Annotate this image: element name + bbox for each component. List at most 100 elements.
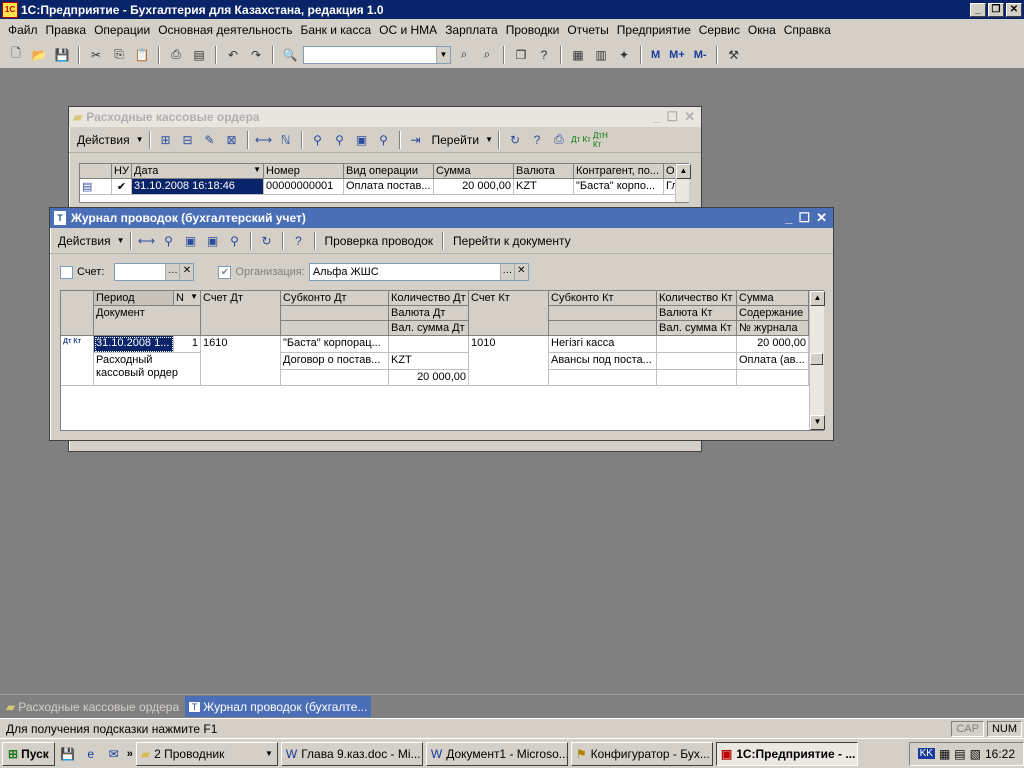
maximize-icon[interactable]: ☐ <box>666 109 678 125</box>
cell-schet-dt[interactable]: 1610 <box>201 336 281 386</box>
clear-filter-icon[interactable]: ⚲ <box>225 231 245 251</box>
cell-subkonto-kt-2[interactable]: Авансы под поста... <box>549 353 657 370</box>
outlook-icon[interactable]: ✉ <box>104 744 124 764</box>
dt-kt-icon[interactable]: Дт Кт <box>571 130 591 150</box>
filter-list-icon[interactable]: ⚲ <box>330 130 350 150</box>
delete-icon[interactable]: ⊠ <box>222 130 242 150</box>
cell-currency[interactable]: KZT <box>514 179 574 195</box>
scroll-down-icon[interactable]: ▼ <box>810 415 825 430</box>
clear-x-icon[interactable]: ✕ <box>179 264 194 280</box>
tools-icon[interactable]: ⚒ <box>724 45 744 65</box>
column-header-operation[interactable]: Вид операции <box>344 164 434 179</box>
clear-filter-icon[interactable]: ⚲ <box>374 130 394 150</box>
cell-kol-dt[interactable] <box>389 336 469 353</box>
account-field[interactable]: … ✕ <box>114 263 195 281</box>
column-header-n[interactable]: N ▼ <box>174 291 201 306</box>
task-configurator[interactable]: ⚑ Конфигуратор - Бух... <box>570 741 713 766</box>
close-icon[interactable]: ✕ <box>684 109 695 125</box>
column-header-currency[interactable]: Валюта <box>514 164 574 179</box>
copy-icon[interactable]: ⎘ <box>109 45 129 65</box>
save-icon[interactable]: 💾 <box>52 45 72 65</box>
journal-scrollbar[interactable]: ▲ ▼ <box>809 291 825 430</box>
dtn-kt-icon[interactable]: ДтН Кт <box>593 130 613 150</box>
quicklaunch-more-icon[interactable]: » <box>127 748 133 760</box>
cell-subkonto-dt-2[interactable]: Договор о постав... <box>281 353 389 370</box>
account-checkbox[interactable] <box>60 265 73 279</box>
cell-subkonto-dt-3[interactable] <box>281 370 389 386</box>
memory-m-button[interactable]: M <box>648 49 663 61</box>
open-folder-icon[interactable]: 📂 <box>29 45 49 65</box>
find-icon[interactable]: 🔍 <box>280 45 300 65</box>
table-row[interactable]: Дт Кт 31.10.2008 1... 1 Расходный кассов… <box>61 336 809 386</box>
cell-sum[interactable]: 20 000,00 <box>434 179 514 195</box>
task-word-chapter[interactable]: W Глава 9.каз.doc - Mi... <box>280 741 423 766</box>
find-next-icon[interactable]: ⌕ <box>454 45 474 65</box>
find-number-icon[interactable]: ℕ <box>276 130 296 150</box>
menu-operations[interactable]: Операции <box>90 23 154 37</box>
cell-subkonto-dt-1[interactable]: "Баста" корпорац... <box>281 336 389 353</box>
tray-app-icon[interactable]: ▦ <box>939 747 950 761</box>
wizard-icon[interactable]: ✦ <box>614 45 634 65</box>
add-icon[interactable]: ⊞ <box>156 130 176 150</box>
cell-operation[interactable]: Оплата постав... <box>344 179 434 195</box>
select-ellipsis-icon[interactable]: … <box>165 264 180 280</box>
refresh-icon[interactable]: ↻ <box>505 130 525 150</box>
menu-bank-cash[interactable]: Банк и касса <box>296 23 375 37</box>
close-button[interactable]: ✕ <box>1006 2 1022 17</box>
restore-button[interactable]: ❐ <box>988 2 1004 17</box>
menu-file[interactable]: Файл <box>4 23 42 37</box>
actions-menu-button[interactable]: Действия <box>73 133 134 147</box>
task-explorer[interactable]: ▰ 2 Проводник ▼ <box>135 741 278 766</box>
column-header-schet-dt[interactable]: Счет Дт <box>201 291 281 336</box>
column-header-kol-dt[interactable]: Количество Дт <box>389 291 469 306</box>
new-document-icon[interactable]: 🗋 <box>6 45 26 65</box>
ie-icon[interactable]: e <box>81 744 101 764</box>
cell-val-kt[interactable] <box>657 353 737 370</box>
organization-checkbox[interactable]: ✔ <box>218 265 232 279</box>
1c-help-icon[interactable]: ? <box>534 45 554 65</box>
calendar-icon[interactable]: ▥ <box>591 45 611 65</box>
journal-table[interactable]: Период N ▼ Документ Счет Дт Субконто Дт К… <box>60 290 825 431</box>
menu-entries[interactable]: Проводки <box>502 23 564 37</box>
quicklaunch-save-icon[interactable]: 💾 <box>58 744 78 764</box>
tray-network-icon[interactable]: ▤ <box>954 747 965 761</box>
filter-value-icon[interactable]: ▣ <box>352 130 372 150</box>
find-prev-icon[interactable]: ⌕ <box>477 45 497 65</box>
interval-icon[interactable]: ⟷ <box>137 231 157 251</box>
cash-orders-table[interactable]: НУ Дата ▼ Номер Вид операции Сумма Валюта… <box>79 163 689 203</box>
filter-value-icon[interactable]: ▣ <box>203 231 223 251</box>
preview-icon[interactable]: ▤ <box>189 45 209 65</box>
column-header-date[interactable]: Дата ▼ <box>132 164 264 179</box>
column-header-subkonto-kt[interactable]: Субконто Кт <box>549 291 657 306</box>
column-header-kol-kt[interactable]: Количество Кт <box>657 291 737 306</box>
column-header-schet-kt[interactable]: Счет Кт <box>469 291 549 336</box>
help-icon[interactable]: ? <box>289 231 309 251</box>
cell-subkonto-kt-1[interactable]: Негізгі касса <box>549 336 657 353</box>
actions-menu-button[interactable]: Действия <box>54 234 115 248</box>
column-header-content[interactable]: Содержание <box>737 306 809 321</box>
cell-n[interactable]: 1 <box>174 336 201 353</box>
column-header-valsum-dt[interactable]: Вал. сумма Дт <box>389 321 469 336</box>
cell-counterparty[interactable]: "Баста" корпо... <box>574 179 664 195</box>
menu-enterprise[interactable]: Предприятие <box>613 23 695 37</box>
column-header-subkonto-dt[interactable]: Субконто Дт <box>281 291 389 306</box>
menu-windows[interactable]: Окна <box>744 23 780 37</box>
column-header-number[interactable]: Номер <box>264 164 344 179</box>
column-header-nu[interactable]: НУ <box>112 164 132 179</box>
cell-subkonto-kt-3[interactable] <box>549 370 657 386</box>
clear-x-icon[interactable]: ✕ <box>513 264 528 280</box>
interval-icon[interactable]: ⟷ <box>254 130 274 150</box>
paste-icon[interactable]: 📋 <box>132 45 152 65</box>
search-combo[interactable]: ▼ <box>303 45 451 64</box>
minimize-button[interactable]: _ <box>970 2 986 17</box>
memory-minus-button[interactable]: M- <box>691 49 710 61</box>
filter-icon[interactable]: ⚲ <box>159 231 179 251</box>
column-header-counterparty[interactable]: Контрагент, по... <box>574 164 664 179</box>
cell-content[interactable]: Оплата (ав... <box>737 353 809 370</box>
copy-row-icon[interactable]: ⊟ <box>178 130 198 150</box>
cell-summa[interactable]: 20 000,00 <box>737 336 809 353</box>
tab-journal[interactable]: Т Журнал проводок (бухгалте... <box>185 696 372 717</box>
edit-icon[interactable]: ✎ <box>200 130 220 150</box>
menu-service[interactable]: Сервис <box>695 23 744 37</box>
cell-kol-kt[interactable] <box>657 336 737 353</box>
